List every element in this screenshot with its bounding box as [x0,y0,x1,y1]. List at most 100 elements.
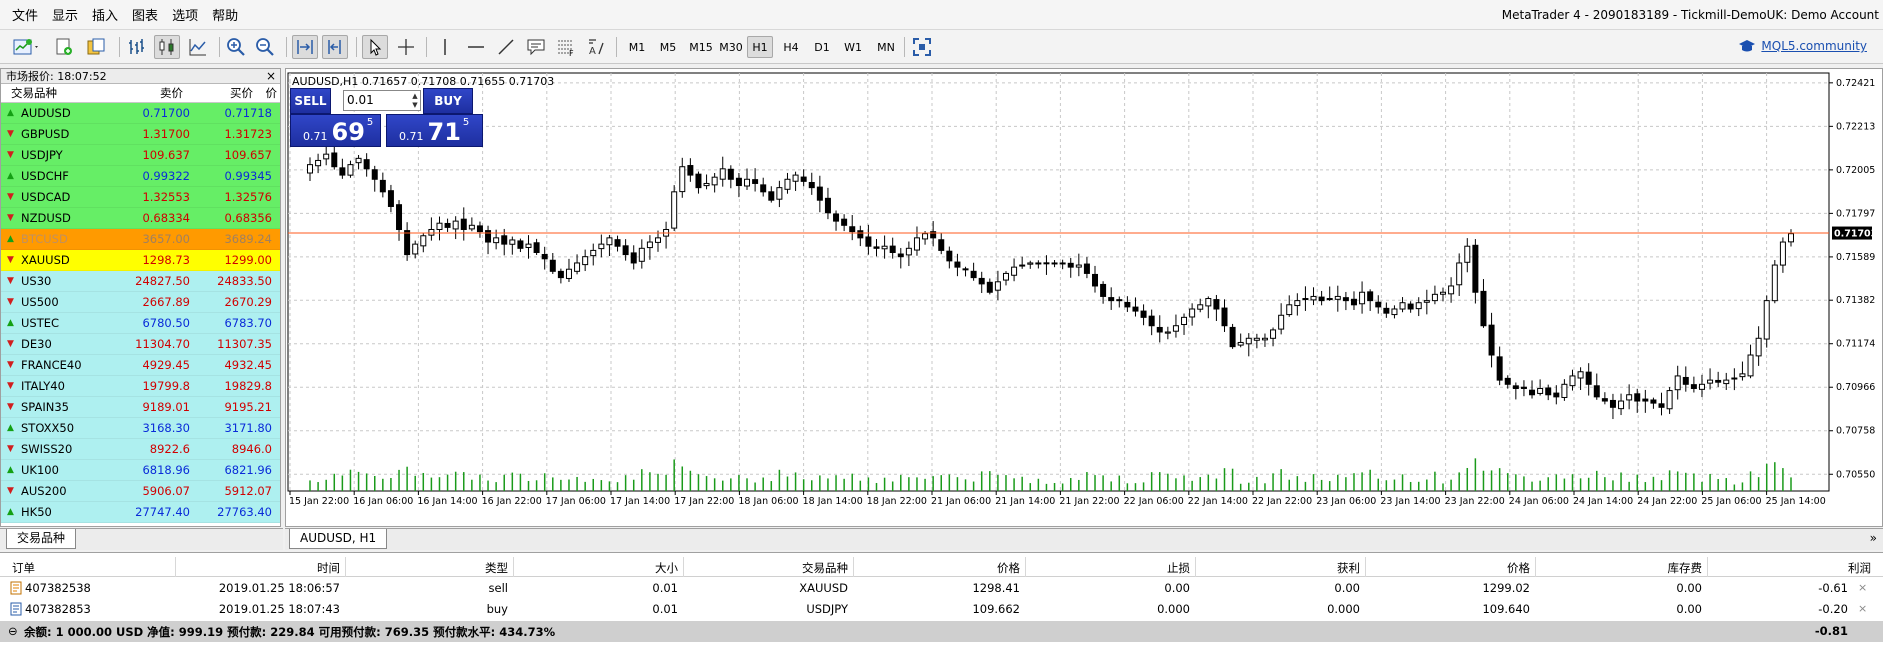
menu-view[interactable]: 显示 [45,5,85,24]
spin-down-icon[interactable]: ▼ [412,101,417,109]
candle-body [970,270,977,279]
trendline-button[interactable] [494,35,518,59]
market-watch-row[interactable]: ▼ NZDUSD 0.68334 0.68356 [1,208,280,229]
market-watch-row[interactable]: ▲ USDCHF 0.99322 0.99345 [1,166,280,187]
y-tick-label: 0.72005 [1836,165,1875,176]
new-chart-button[interactable] [10,35,44,59]
market-watch-row[interactable]: ▲ UK100 6818.96 6821.96 [1,460,280,481]
mql5-community-link[interactable]: MQL5.community [1738,39,1867,53]
sell-price-button[interactable]: 0.71 69 5 [290,114,381,147]
market-watch-row[interactable]: ▼ USDCAD 1.32553 1.32576 [1,187,280,208]
timeframe-m5[interactable]: M5 [655,36,681,58]
market-watch-row[interactable]: ▼ GBPUSD 1.31700 1.31723 [1,124,280,145]
symbol-cell: ▼ XAUUSD [1,253,113,267]
lot-spinner[interactable]: ▲ ▼ [410,91,420,110]
candlestick-chart-button[interactable] [154,35,180,59]
market-watch-row[interactable]: ▼ AUS200 5906.07 5912.07 [1,481,280,502]
vertical-line-button[interactable] [434,35,456,59]
col-profit[interactable]: 利润 [1712,560,1871,576]
market-watch-row[interactable]: ▼ FRANCE40 4929.45 4932.45 [1,355,280,376]
market-watch-row[interactable]: ▼ USDJPY 109.637 109.657 [1,145,280,166]
crosshair-tool-button[interactable] [394,35,418,59]
col-tp[interactable]: 获利 [1200,560,1360,576]
x-tick-label: 16 Jan 22:00 [482,496,542,507]
fullscreen-button[interactable] [910,35,934,59]
zoom-out-button[interactable] [253,35,277,59]
close-order-icon[interactable]: × [1858,602,1867,615]
market-watch-row[interactable]: ▼ ITALY40 19799.8 19829.8 [1,376,280,397]
col-swap[interactable]: 库存费 [1540,560,1703,576]
buy-price-button[interactable]: 0.71 71 5 [386,114,483,147]
buy-button[interactable]: BUY [423,88,473,114]
fibonacci-button[interactable]: F [554,35,578,59]
timeframe-m30[interactable]: M30 [716,36,746,58]
col-symbol-header[interactable]: 交易品种 [1,85,113,101]
menu-insert[interactable]: 插入 [85,5,125,24]
col-current-price[interactable]: 价格 [1370,560,1530,576]
tab-audusd-h1[interactable]: AUDUSD, H1 [289,529,388,549]
chevron-right-icon[interactable]: » [1870,531,1877,545]
close-icon[interactable]: × [266,69,280,83]
collapse-icon[interactable]: ⊖ [8,624,18,638]
chart-header-text: AUDUSD,H1 0.71657 0.71708 0.71655 0.7170… [292,75,554,88]
cursor-tool-button[interactable] [362,35,388,59]
line-chart-button[interactable] [186,35,210,59]
col-order[interactable]: 订单 [12,560,35,576]
market-watch-row[interactable]: ▼ SPAIN35 9189.01 9195.21 [1,397,280,418]
market-watch-row[interactable]: ▲ USTEC 6780.50 6783.70 [1,313,280,334]
auto-scroll-button[interactable] [292,35,318,59]
text-label-button[interactable] [524,35,548,59]
zoom-in-button[interactable] [224,35,248,59]
col-ask-header[interactable]: 买价 [183,85,253,101]
profiles-button[interactable] [52,35,76,59]
account-summary: 余额: 1 000.00 USD 净值: 999.19 预付款: 229.84 … [24,625,556,639]
col-type[interactable]: 类型 [350,560,508,576]
table-row[interactable]: 407382853 2019.01.25 18:07:43 buy 0.01 U… [0,599,1883,619]
symbol-cell: ▼ USDJPY [1,148,113,162]
col-sl[interactable]: 止损 [1030,560,1190,576]
col-extra-header[interactable]: 价 [253,85,278,101]
market-watch-row[interactable]: ▲ HK50 27747.40 27763.40 [1,502,280,523]
objects-menu-button[interactable]: A [584,35,608,59]
col-bid-header[interactable]: 卖价 [113,85,183,101]
bar-chart-button[interactable] [124,35,148,59]
market-watch-row[interactable]: ▼ US500 2667.89 2670.29 [1,292,280,313]
market-watch-row[interactable]: ▼ DE30 11304.70 11307.35 [1,334,280,355]
timeframe-h4[interactable]: H4 [778,36,804,58]
timeframe-w1[interactable]: W1 [840,36,866,58]
col-price[interactable]: 价格 [858,560,1020,576]
table-row[interactable]: 407382538 2019.01.25 18:06:57 sell 0.01 … [0,578,1883,598]
timeframe-m1[interactable]: M1 [624,36,650,58]
market-watch-row[interactable]: ▼ US30 24827.50 24833.50 [1,271,280,292]
timeframe-h1[interactable]: H1 [747,36,773,58]
chart-window[interactable]: 0.72421 0.72213 0.72005 0.71797 0.71589 0.713… [285,68,1883,527]
spin-up-icon[interactable]: ▲ [412,92,417,100]
timeframe-m15[interactable]: M15 [686,36,716,58]
menu-help[interactable]: 帮助 [205,5,245,24]
market-watch-row[interactable]: ▲ STOXX50 3168.30 3171.80 [1,418,280,439]
col-symbol[interactable]: 交易品种 [688,560,848,576]
data-window-button[interactable] [84,35,108,59]
timeframe-d1[interactable]: D1 [809,36,835,58]
tab-symbols[interactable]: 交易品种 [6,529,77,549]
data-window-icon [87,38,105,55]
market-watch-row[interactable]: ▼ XAUUSD 1298.73 1299.00 [1,250,280,271]
col-time[interactable]: 时间 [180,560,340,576]
market-watch-row[interactable]: ▼ SWISS20 8922.6 8946.0 [1,439,280,460]
close-order-icon[interactable]: × [1858,581,1867,594]
x-tick-label: 21 Jan 22:00 [1059,496,1119,507]
chart-shift-button[interactable] [322,35,348,59]
price-chart[interactable]: 0.72421 0.72213 0.72005 0.71797 0.71589 0.713… [286,69,1882,526]
market-watch-row[interactable]: ▲ BTCUSD 3657.00 3689.24 [1,229,280,250]
market-watch-row[interactable]: ▲ AUDUSD 0.71700 0.71718 [1,103,280,124]
y-tick-label: 0.71174 [1836,339,1875,350]
menu-options[interactable]: 选项 [165,5,205,24]
timeframe-mn[interactable]: MN [871,36,901,58]
menu-file[interactable]: 文件 [5,5,45,24]
menu-charts[interactable]: 图表 [125,5,165,24]
candle-body [784,178,791,190]
col-size[interactable]: 大小 [518,560,678,576]
horizontal-line-button[interactable] [464,35,488,59]
sell-button[interactable]: SELL [290,88,331,114]
sell-price-big: 69 [331,118,365,146]
